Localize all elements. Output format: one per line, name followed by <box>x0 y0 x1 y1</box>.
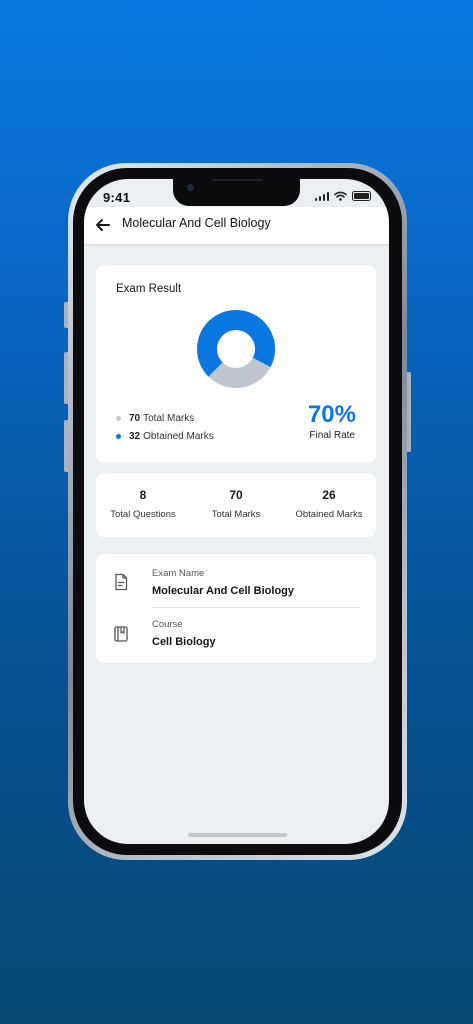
stat-total-marks: 70 Total Marks <box>191 488 281 520</box>
stat-total-questions: 8 Total Questions <box>98 488 188 520</box>
cellular-signal-icon <box>314 191 329 201</box>
stat-value: 8 <box>139 488 147 502</box>
exam-name-value: Molecular And Cell Biology <box>152 585 294 597</box>
notch <box>173 179 300 206</box>
stat-label: Total Questions <box>110 509 176 520</box>
total-marks-value: 70 <box>129 413 141 424</box>
phone-screen: 9:41 Molecular And Cell Biology Exam Res… <box>84 179 389 844</box>
page-title: Molecular And Cell Biology <box>122 216 271 230</box>
stat-value: 26 <box>322 488 336 502</box>
exam-result-card: Exam Result 70 Total Marks 32 Obtained M… <box>96 265 376 463</box>
status-time: 9:41 <box>103 190 131 205</box>
legend-total-marks: 70 Total Marks <box>116 413 194 424</box>
legend-dot-grey <box>116 416 121 421</box>
final-rate-label: Final Rate <box>309 430 355 441</box>
status-icons <box>314 191 371 201</box>
exam-result-title: Exam Result <box>116 283 182 295</box>
back-button[interactable] <box>93 215 113 235</box>
exam-name-label: Exam Name <box>152 568 205 579</box>
home-indicator <box>188 833 287 837</box>
stat-value: 70 <box>229 488 243 502</box>
stat-obtained-marks: 26 Obtained Marks <box>284 488 374 520</box>
legend-obtained-marks: 32 Obtained Marks <box>116 431 214 442</box>
info-divider <box>152 607 360 608</box>
app-header: Molecular And Cell Biology <box>84 207 389 244</box>
speaker-icon <box>211 179 263 181</box>
battery-icon <box>352 191 371 201</box>
course-value: Cell Biology <box>152 636 216 648</box>
course-label: Course <box>152 619 183 630</box>
book-icon <box>114 626 128 642</box>
obtained-marks-label: Obtained Marks <box>143 431 214 442</box>
stats-card: 8 Total Questions 70 Total Marks 26 Obta… <box>96 473 376 537</box>
arrow-left-icon <box>96 219 110 231</box>
total-marks-label: Total Marks <box>143 413 195 424</box>
exam-info-card: Exam Name Molecular And Cell Biology Cou… <box>96 554 376 663</box>
wifi-icon <box>334 191 347 201</box>
result-donut-chart <box>197 310 275 388</box>
stat-label: Obtained Marks <box>295 509 363 520</box>
final-rate-value: 70% <box>307 401 356 428</box>
camera-icon <box>187 184 194 191</box>
legend-dot-blue <box>116 434 121 439</box>
stat-label: Total Marks <box>211 509 261 520</box>
obtained-marks-value: 32 <box>129 431 141 442</box>
document-icon <box>115 573 128 591</box>
